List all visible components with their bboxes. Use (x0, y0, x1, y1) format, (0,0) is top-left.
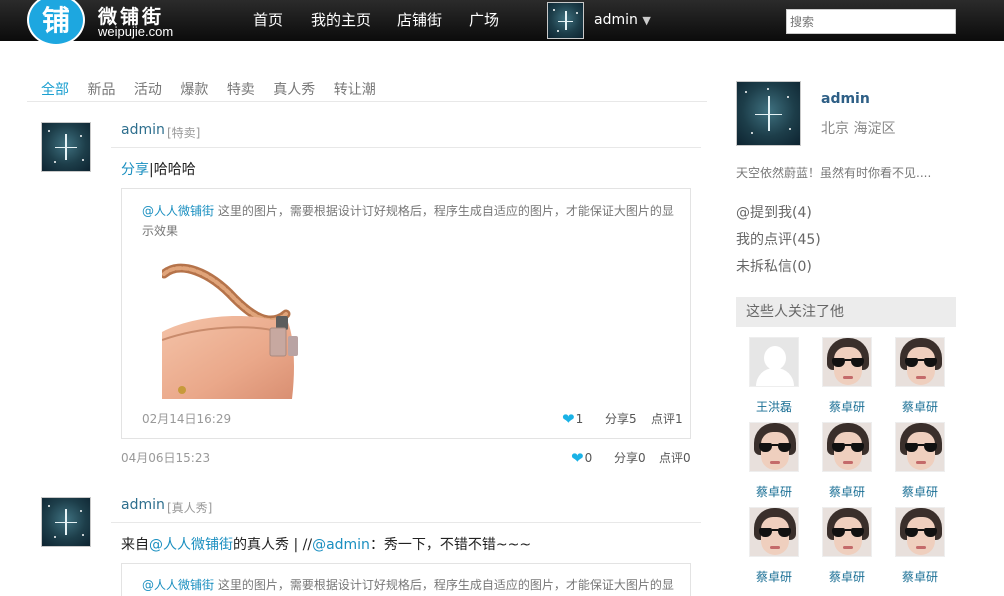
user-avatar[interactable] (547, 2, 584, 39)
follower-avatar[interactable] (749, 422, 799, 472)
follower-avatar[interactable] (895, 507, 945, 557)
share-link[interactable]: 分享 (121, 162, 149, 178)
follower-avatar[interactable] (895, 337, 945, 387)
tab-sale[interactable]: 特卖 (227, 79, 255, 99)
share-button[interactable]: 分享0 (614, 449, 646, 466)
search-input[interactable] (786, 9, 956, 34)
follower-name[interactable]: 王洪磊 (739, 398, 809, 415)
follower-name[interactable]: 蔡卓研 (739, 483, 809, 500)
post-text-middle: 的真人秀 | // (233, 537, 313, 553)
post-body: 分享|哈哈哈 (121, 159, 196, 179)
follower-avatar[interactable] (895, 422, 945, 472)
heart-icon: ❤ (571, 449, 584, 467)
nav-home[interactable]: 首页 (253, 0, 283, 41)
product-image[interactable] (162, 262, 314, 399)
post-text: |哈哈哈 (149, 162, 196, 178)
site-logo[interactable]: 铺 (27, 0, 85, 46)
nav-store-street[interactable]: 店铺街 (397, 0, 442, 41)
follower-avatar[interactable] (749, 337, 799, 387)
follower-name[interactable]: 蔡卓研 (812, 398, 882, 415)
chevron-down-icon: ▼ (642, 14, 651, 27)
post-divider (111, 522, 701, 523)
tab-events[interactable]: 活动 (134, 79, 162, 99)
followers-header: 这些人关注了他 (736, 297, 956, 327)
follower-avatar[interactable] (822, 422, 872, 472)
post-category-tag: [特卖] (167, 126, 201, 140)
quoted-share-button[interactable]: 分享5 (605, 410, 637, 427)
filter-tabs: 全部 新品 活动 爆款 特卖 真人秀 转让潮 (41, 79, 390, 99)
profile-avatar[interactable] (736, 81, 801, 146)
profile-bio: 天空依然蔚蓝！虽然有时你看不见.... (736, 166, 932, 180)
user-menu[interactable]: admin ▼ (594, 0, 651, 41)
quoted-text: @人人微铺街 这里的图片，需要根据设计订好规格后，程序生成自适应的图片，才能保证… (142, 201, 682, 241)
follower-avatar[interactable] (822, 337, 872, 387)
quoted-like-button[interactable]: ❤1 (562, 410, 583, 428)
quoted-post-time: 02月14日16:29 (142, 412, 232, 426)
mentions-link[interactable]: @提到我(4) (736, 202, 812, 222)
user-menu-name: admin (594, 12, 638, 28)
quoted-text-body: 这里的图片，需要根据设计订好规格后，程序生成自适应的图片，才能保证大图片的显 (214, 578, 674, 592)
post-body: 来自@人人微铺街的真人秀 | //@admin：秀一下，不错不错~~~ (121, 534, 531, 554)
mention-link[interactable]: @admin (312, 537, 370, 553)
tabs-divider (27, 101, 707, 102)
post-text-suffix: ：秀一下，不错不错~~~ (369, 537, 532, 553)
follower-name[interactable]: 蔡卓研 (812, 568, 882, 585)
tab-transfer[interactable]: 转让潮 (334, 79, 376, 99)
tab-all[interactable]: 全部 (41, 79, 69, 99)
like-count: 0 (584, 451, 593, 465)
post-divider (111, 147, 701, 148)
like-button[interactable]: ❤0 (571, 449, 592, 467)
comment-button[interactable]: 点评0 (659, 449, 691, 466)
nav-my-page[interactable]: 我的主页 (311, 0, 371, 41)
quoted-text-body: 这里的图片，需要根据设计订好规格后，程序生成自适应的图片，才能保证大图片的显示效… (142, 204, 674, 238)
follower-name[interactable]: 蔡卓研 (885, 398, 955, 415)
post-category-tag: [真人秀] (167, 501, 213, 515)
follower-name[interactable]: 蔡卓研 (812, 483, 882, 500)
my-comments-link[interactable]: 我的点评(45) (736, 229, 821, 249)
post-time: 04月06日15:23 (121, 451, 211, 465)
follower-name[interactable]: 蔡卓研 (885, 483, 955, 500)
follower-name[interactable]: 蔡卓研 (885, 568, 955, 585)
profile-name[interactable]: admin (821, 91, 870, 107)
post-author[interactable]: admin (121, 497, 165, 513)
post-avatar[interactable] (41, 122, 91, 172)
quoted-text: @人人微铺街 这里的图片，需要根据设计订好规格后，程序生成自适应的图片，才能保证… (142, 575, 682, 595)
quoted-post: @人人微铺街 这里的图片，需要根据设计订好规格后，程序生成自适应的图片，才能保证… (121, 563, 691, 596)
unread-messages-link[interactable]: 未拆私信(0) (736, 256, 812, 276)
top-bar: 铺 微铺街 weipujie.com 首页 我的主页 店铺街 广场 admin … (0, 0, 1004, 46)
tab-hot[interactable]: 爆款 (180, 79, 208, 99)
heart-icon: ❤ (562, 410, 575, 428)
follower-name[interactable]: 蔡卓研 (739, 568, 809, 585)
post-author[interactable]: admin (121, 122, 165, 138)
follower-avatar[interactable] (749, 507, 799, 557)
profile-location: 北京 海淀区 (821, 121, 896, 137)
follower-avatar[interactable] (822, 507, 872, 557)
quoted-comment-button[interactable]: 点评1 (651, 410, 683, 427)
post-text-prefix: 来自 (121, 537, 149, 553)
site-domain: weipujie.com (98, 24, 174, 39)
mention-link[interactable]: @人人微铺街 (142, 578, 214, 592)
post-avatar[interactable] (41, 497, 91, 547)
mention-link[interactable]: @人人微铺街 (149, 537, 233, 553)
nav-plaza[interactable]: 广场 (469, 0, 499, 41)
mention-link[interactable]: @人人微铺街 (142, 204, 214, 218)
quoted-like-count: 1 (575, 412, 584, 426)
tab-real-show[interactable]: 真人秀 (273, 79, 315, 99)
tab-new[interactable]: 新品 (87, 79, 115, 99)
